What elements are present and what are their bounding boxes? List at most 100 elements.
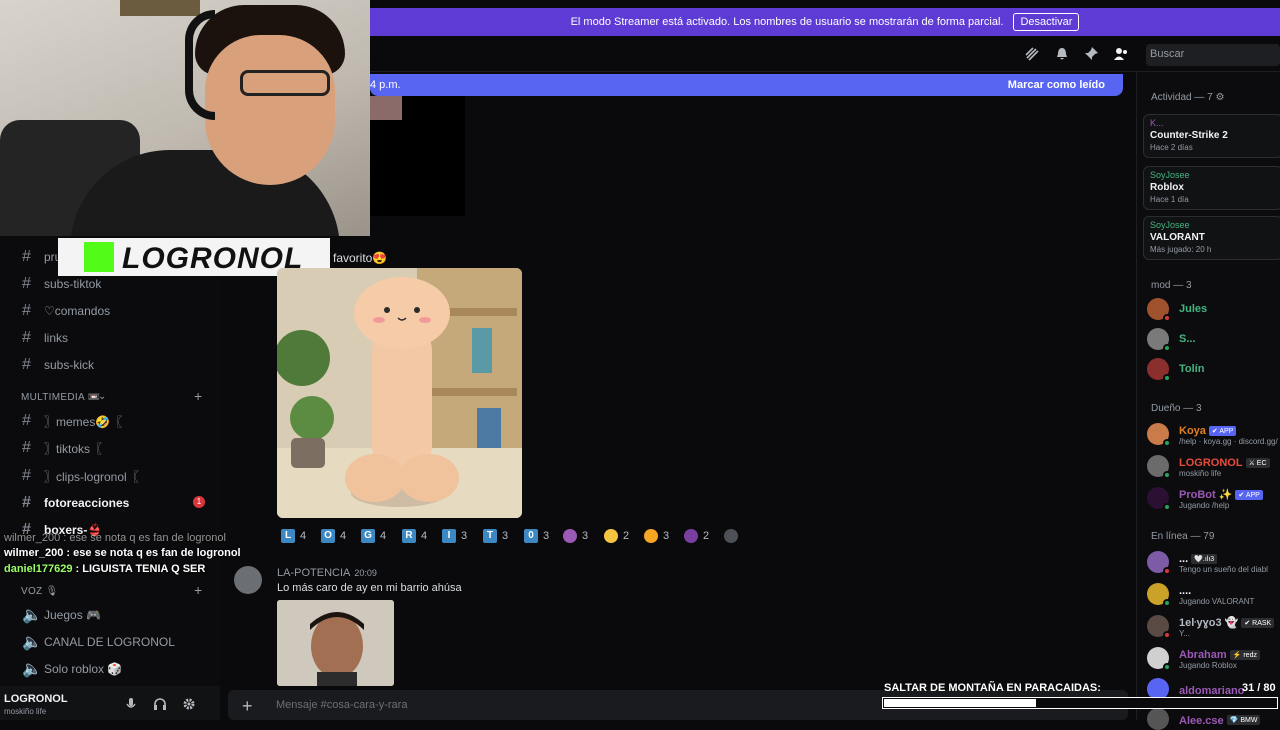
reaction-G[interactable]: G4 [361,527,386,545]
channel-item-unread[interactable]: # fotoreacciones [22,494,129,512]
letter-tile-icon: O [321,529,335,543]
channel-header: Buscar [370,36,1280,72]
chevron-down-icon[interactable]: ⌄ [98,391,106,402]
avatar [1147,708,1169,730]
voice-channel-item[interactable]: 🔈 CANAL DE LOGRONOL [22,632,175,652]
channel-item[interactable]: # subs-kick [22,356,94,374]
voice-channel-item[interactable]: 🔈 Solo roblox 🎲 [22,659,122,679]
threads-icon[interactable] [1024,46,1040,62]
reaction-R[interactable]: R4 [402,527,427,545]
bell-icon[interactable] [1054,46,1070,62]
letter-tile-icon: T [483,529,497,543]
message-input[interactable]: Mensaje #cosa-cara-y-rara [276,699,407,711]
member-item[interactable]: 1eŀyɣo3 👻 ✔ RASK Y... [1147,614,1275,639]
letter-tile-icon: G [361,529,375,543]
activity-card[interactable]: SoyJosee Roblox Hace 1 día [1143,166,1280,210]
channel-label: CANAL DE LOGRONOL [44,635,175,649]
member-name: ... [1179,553,1189,565]
clan-tag: 💎 BMW [1226,715,1261,726]
activity-header: Actividad — 7 ⚙ [1151,92,1225,103]
category-voice[interactable]: VOZ 🎙 [21,586,59,597]
status-online-icon [1163,471,1171,479]
channel-item[interactable]: # 〗clips-logronol〖 [22,467,139,485]
activity-card[interactable]: K... Counter-Strike 2 Hace 2 días [1143,114,1280,158]
activity-since: Más jugado: 20 h [1150,245,1212,254]
hash-icon: # [22,302,31,319]
member-item[interactable]: .... Jugando VALORANT [1147,582,1254,607]
channel-label: links [44,331,69,345]
member-list-icon[interactable] [1113,46,1129,62]
channel-item[interactable]: # 〗tiktoks〖 [22,439,102,457]
channel-label: Juegos 🎮 [44,608,101,622]
reaction-O[interactable]: O4 [321,527,346,545]
channel-item[interactable]: # links [22,329,68,347]
avatar [1147,423,1171,447]
member-name: Alee.cse [1179,714,1224,727]
stream-goal-label: SALTAR DE MONTAÑA EN PARACAIDAS: [884,682,1101,694]
headphones-icon[interactable] [153,697,167,711]
letter-tile-icon: L [281,529,295,543]
member-item[interactable]: S... [1147,328,1196,352]
reaction-clap[interactable]: 2 [604,527,629,545]
search-input[interactable]: Buscar [1146,44,1280,66]
gear-icon[interactable] [182,697,196,711]
member-item[interactable]: ProBot ✨ ✔ APP Jugando /help [1147,486,1263,511]
microphone-icon[interactable] [124,697,138,711]
member-item[interactable]: Koya ✔ APP/help · koya.gg · discord.gg/ [1147,422,1278,447]
letter-tile-icon: 0 [524,529,538,543]
add-channel-icon[interactable]: + [194,582,202,598]
message-image-plush[interactable] [277,268,522,518]
pin-icon[interactable] [1083,46,1099,62]
member-status: Tengo un sueño del diabl [1179,565,1268,574]
reaction-count: 2 [703,530,710,542]
message-author[interactable]: LA-POTENCIA 20:09 [277,567,377,579]
chat-text: LIGUISTA TENIA Q SER [82,563,206,575]
speaker-icon: 🔈 [22,634,42,651]
channel-item[interactable]: # pru [22,248,61,266]
status-dnd-icon [1163,314,1171,322]
message-video-thumbnail[interactable] [277,600,394,686]
letter-tile-icon: I [442,529,456,543]
member-item[interactable]: Tolín [1147,358,1204,382]
mark-as-read-button[interactable]: Marcar como leído [1008,79,1105,91]
member-item[interactable]: Alee.cse 💎 BMW [1147,708,1261,730]
member-status: Jugando /help [1179,501,1230,510]
member-item[interactable]: LOGRONOL ⚔ EC moskiño life [1147,454,1270,479]
activity-since: Hace 2 días [1150,143,1193,152]
channel-item[interactable]: # ♡comandos [22,302,110,320]
channel-item[interactable]: # 〗memes🤣〖 [22,412,122,430]
author-name[interactable]: LA-POTENCIA [277,567,350,579]
member-item[interactable]: Abraham ⚡ redz Jugando Roblox [1147,646,1260,671]
embed-thumbnail[interactable] [370,96,402,120]
reaction-I[interactable]: I3 [442,527,467,545]
reaction-heart-eyes[interactable]: 3 [644,527,669,545]
hash-icon: # [22,467,31,484]
member-name: aldomariano [1179,684,1245,697]
channel-label: 〗clips-logronol〖 [44,469,139,484]
category-multimedia[interactable]: MULTIMEDIA 📼 [21,392,100,403]
activity-game: Counter-Strike 2 [1150,130,1228,141]
avatar[interactable] [234,566,262,594]
new-messages-bar[interactable]: 4 p.m. Marcar como leído [370,74,1123,96]
reaction-imp[interactable]: 3 [563,527,588,545]
channel-item[interactable]: # subs-tiktok [22,275,101,293]
reaction-eggplant[interactable]: 2 [684,527,709,545]
reaction-0[interactable]: 03 [524,527,549,545]
member-item[interactable]: ... 🤍.ılı3 Tengo un sueño del diabl [1147,550,1268,575]
attach-plus-icon[interactable]: + [242,696,253,717]
add-channel-icon[interactable]: + [194,388,202,404]
mod-header: mod — 3 [1151,280,1192,291]
owner-header: Dueño — 3 [1151,403,1202,414]
member-item[interactable]: Jules [1147,298,1207,322]
reaction-count: 3 [663,530,670,542]
new-messages-time: 4 p.m. [370,79,401,91]
channel-label: 〗memes🤣〖 [44,414,123,429]
voice-channel-item[interactable]: 🔈 Juegos 🎮 [22,605,101,625]
reaction-L[interactable]: L4 [281,527,306,545]
hash-icon: # [22,412,31,429]
reaction-T[interactable]: T3 [483,527,508,545]
deactivate-button[interactable]: Desactivar [1013,13,1080,31]
activity-card[interactable]: SoyJosee VALORANT Más jugado: 20 h [1143,216,1280,260]
glasses [240,70,330,96]
add-reaction-button[interactable] [724,527,738,545]
